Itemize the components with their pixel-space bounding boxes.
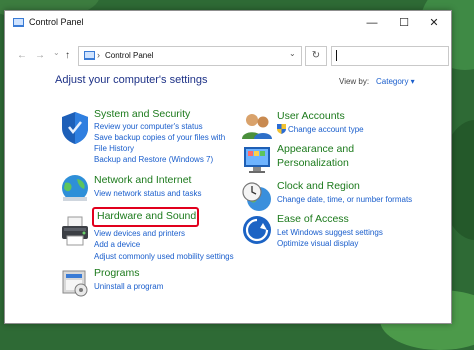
forward-arrow-icon[interactable]: → [35,50,45,61]
change-date-time-formats-link[interactable]: Change date, time, or number formats [277,195,412,204]
control-panel-window: Control Panel — ☐ ✕ ← → ⌄ ↑ › Control Pa… [4,10,452,324]
shield-icon[interactable] [60,111,90,145]
page-title: Adjust your computer's settings [55,74,208,86]
minimize-button[interactable]: — [357,14,387,32]
close-button[interactable]: ✕ [419,14,449,32]
watermark-text: WinBuzzer [340,293,417,310]
save-backup-copies-link[interactable]: Save backup copies of your files with [94,133,225,142]
address-dropdown-icon[interactable]: ⌄ [289,49,296,58]
programs-link[interactable]: Programs [94,267,140,279]
system-and-security-link[interactable]: System and Security [94,108,190,120]
control-panel-location-icon [84,51,95,60]
ease-of-access-link[interactable]: Ease of Access [277,213,349,225]
uninstall-a-program-link[interactable]: Uninstall a program [94,282,163,291]
winbuzzer-logo-icon [319,293,335,311]
let-windows-suggest-settings-link[interactable]: Let Windows suggest settings [277,228,383,237]
clock-globe-icon[interactable] [241,181,273,213]
appearance-and-personalization-link[interactable]: Appearance and [277,143,354,155]
search-caret [336,50,337,61]
file-history-link[interactable]: File History [94,144,134,153]
users-icon[interactable] [241,111,273,141]
view-devices-and-printers-link[interactable]: View devices and printers [94,229,185,238]
window-title: Control Panel [29,17,84,27]
breadcrumb-separator-icon: › [97,50,100,60]
add-a-device-link[interactable]: Add a device [94,240,140,249]
optimize-visual-display-link[interactable]: Optimize visual display [277,239,358,248]
programs-icon[interactable] [61,267,89,297]
breadcrumb-control-panel[interactable]: Control Panel [105,51,153,60]
printer-icon[interactable] [59,214,91,248]
refresh-button[interactable]: ↻ [305,46,327,66]
appearance-icon[interactable] [241,144,273,176]
address-bar[interactable]: › Control Panel ⌄ [78,46,302,66]
backup-and-restore-link[interactable]: Backup and Restore (Windows 7) [94,155,213,164]
change-account-type-link[interactable]: Change account type [288,125,364,134]
navigation-bar: ← → ⌄ ↑ › Control Panel ⌄ ↻ [5,37,451,71]
view-network-status-link[interactable]: View network status and tasks [94,189,201,198]
ease-of-access-icon[interactable] [241,214,273,246]
globe-network-icon[interactable] [59,173,91,205]
network-and-internet-link[interactable]: Network and Internet [94,174,191,186]
highlight-box [92,207,199,227]
review-computer-status-link[interactable]: Review your computer's status [94,122,203,131]
maximize-button[interactable]: ☐ [389,14,419,32]
uac-shield-icon [277,124,286,134]
title-bar: Control Panel — ☐ ✕ [5,11,451,37]
view-by-label: View by: [339,77,370,86]
search-box[interactable] [331,46,449,66]
recent-locations-icon[interactable]: ⌄ [53,48,60,57]
up-arrow-icon[interactable]: ↑ [65,50,70,61]
adjust-mobility-settings-link[interactable]: Adjust commonly used mobility settings [94,252,234,261]
personalization-link-line2[interactable]: Personalization [277,157,349,169]
control-panel-app-icon [13,18,24,27]
clock-and-region-link[interactable]: Clock and Region [277,180,360,192]
user-accounts-link[interactable]: User Accounts [277,110,345,122]
view-by-dropdown[interactable]: Category ▾ [376,77,415,86]
back-arrow-icon[interactable]: ← [17,50,27,61]
